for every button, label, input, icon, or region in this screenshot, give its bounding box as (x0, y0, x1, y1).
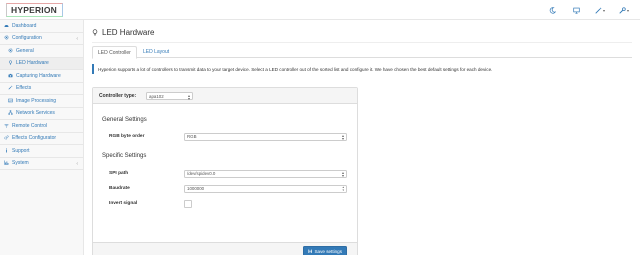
gear-icon (8, 48, 14, 54)
image-icon (8, 98, 14, 104)
invert-signal-checkbox[interactable] (184, 199, 192, 208)
sidebar-item-label: Remote Control (12, 122, 48, 129)
chevron-down-icon: ▾ (602, 7, 605, 13)
sidebar-item-support[interactable]: Support (0, 145, 83, 158)
sidebar-item-label: General (16, 47, 34, 54)
sidebar-item-label: Configuration (12, 35, 42, 42)
hyperion-logo[interactable]: HYPERION (6, 3, 63, 17)
divider (92, 42, 632, 43)
sidebar-item-dashboard[interactable]: Dashboard (0, 20, 83, 33)
lightbulb-icon (8, 60, 14, 66)
wand-icon[interactable]: ▾ (592, 5, 608, 15)
monitor-icon[interactable] (568, 5, 584, 15)
moon-icon[interactable] (544, 5, 560, 15)
spi-path-label: SPI path (109, 171, 129, 176)
sidebar-item-label: Effects Configurator (12, 135, 57, 142)
info-icon (4, 148, 10, 154)
sidebar-item-image-processing[interactable]: Image Processing (0, 95, 83, 108)
sidebar-item-effects[interactable]: Effects (0, 83, 83, 95)
save-settings-label: Save settings (314, 248, 343, 254)
dashboard-icon (4, 23, 10, 29)
sidebar-item-label: Network Services (16, 110, 55, 117)
sidebar-item-configuration[interactable]: Configuration ‹ (0, 33, 83, 45)
controller-type-label: Controller type: (99, 93, 137, 99)
baudrate-label: Baudrate (109, 186, 130, 191)
rgb-byte-order-label: RGB byte order (109, 134, 145, 139)
sidebar-item-label: System (12, 160, 29, 167)
sidebar-item-system[interactable]: System ‹ (0, 158, 83, 170)
sidebar-item-capturing-hardware[interactable]: Capturing Hardware (0, 70, 83, 83)
spi-path-select[interactable]: /dev/spidev0.0 ▴ ▾ (184, 169, 347, 178)
specific-settings-heading: Specific Settings (102, 153, 147, 159)
wifi-icon (4, 123, 10, 129)
select-arrows-icon: ▴ ▾ (341, 133, 344, 141)
panel-header: Controller type: apa102 ▴ ▾ (93, 88, 357, 104)
save-icon (308, 249, 313, 253)
controller-panel: Controller type: apa102 ▴ ▾ General Setti… (92, 87, 358, 255)
panel-body: General Settings RGB byte order RGB ▴ ▾ S… (93, 104, 357, 243)
baudrate-input[interactable]: 1000000 ▴ ▾ (184, 184, 347, 193)
page-title-text: LED Hardware (102, 28, 155, 37)
magic-icon (8, 85, 14, 91)
general-settings-heading: General Settings (102, 117, 147, 123)
sidebar-item-effects-configurator[interactable]: Effects Configurator (0, 133, 83, 145)
select-arrows-icon: ▴ ▾ (341, 170, 344, 178)
sidebar: Dashboard Configuration ‹ General LED Ha… (0, 20, 84, 255)
sidebar-item-label: Image Processing (16, 97, 57, 104)
controller-type-value: apa102 (149, 93, 164, 99)
spi-path-value: /dev/spidev0.0 (187, 171, 216, 176)
controller-type-select[interactable]: apa102 ▴ ▾ (146, 92, 193, 100)
cogs-icon (4, 135, 10, 141)
page-title: LED Hardware (92, 28, 154, 37)
invert-signal-label: Invert signal (109, 201, 138, 206)
rgb-byte-order-select[interactable]: RGB ▴ ▾ (184, 132, 347, 141)
baudrate-value: 1000000 (187, 186, 205, 191)
main-content: LED Hardware LED Controller LED Layout H… (92, 20, 640, 255)
chevron-left-icon: ‹ (76, 35, 78, 42)
tab-led-controller[interactable]: LED Controller (92, 46, 137, 59)
gear-icon (4, 35, 10, 41)
select-arrows-icon: ▴ ▾ (187, 92, 190, 101)
sidebar-item-label: Effects (16, 85, 32, 92)
chart-icon (4, 160, 10, 166)
logo-text: HYPERION (11, 5, 57, 15)
rgb-byte-order-value: RGB (187, 134, 197, 139)
sidebar-item-network-services[interactable]: Network Services (0, 108, 83, 120)
tab-bar: LED Controller LED Layout (92, 46, 632, 59)
sidebar-item-label: Dashboard (12, 22, 37, 29)
info-callout: Hyperion supports a lot of controllers t… (92, 64, 632, 74)
tab-led-layout[interactable]: LED Layout (138, 46, 174, 58)
chevron-down-icon: ▾ (626, 7, 629, 13)
sidebar-item-remote-control[interactable]: Remote Control (0, 120, 83, 133)
save-settings-button[interactable]: Save settings (303, 246, 347, 255)
sidebar-item-label: LED Hardware (16, 60, 49, 67)
wrench-icon[interactable]: ▾ (616, 5, 632, 15)
sidebar-item-led-hardware[interactable]: LED Hardware (0, 57, 83, 70)
network-icon (8, 110, 14, 116)
chevron-left-icon: ‹ (76, 160, 78, 167)
lightbulb-icon (92, 29, 98, 36)
sidebar-item-label: Capturing Hardware (16, 72, 61, 79)
camera-icon (8, 73, 14, 79)
spinner-icon[interactable]: ▴ ▾ (342, 186, 344, 192)
top-navbar: HYPERION ▾ ▾ (0, 0, 640, 20)
info-text: Hyperion supports a lot of controllers t… (98, 66, 493, 72)
sidebar-item-general[interactable]: General (0, 45, 83, 58)
sidebar-item-label: Support (12, 147, 30, 154)
